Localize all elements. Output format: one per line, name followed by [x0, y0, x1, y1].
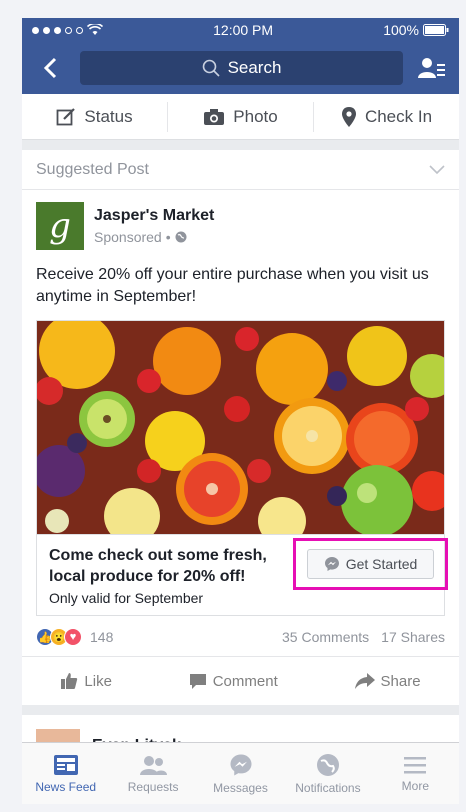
- like-button[interactable]: Like: [60, 672, 112, 690]
- friends-list-icon: [418, 58, 445, 78]
- comment-button[interactable]: Comment: [189, 672, 278, 690]
- search-label: Search: [227, 58, 282, 77]
- check-in-label: Check In: [364, 106, 433, 126]
- post-message: Receive 20% off your entire purchase whe…: [36, 266, 429, 305]
- reaction-count: 148: [90, 629, 114, 645]
- post-author: g Jasper's Market Sponsored •: [22, 190, 459, 250]
- tab-more-label: More: [401, 778, 429, 793]
- thumbs-up-icon: [61, 673, 78, 689]
- battery-icon: [423, 24, 449, 36]
- tab-more[interactable]: More: [372, 743, 459, 804]
- battery-percent: 100%: [383, 22, 419, 38]
- menu-icon: [404, 756, 427, 773]
- post-header: Suggested Post: [22, 150, 459, 190]
- top-navbar: Search: [22, 42, 459, 94]
- chevron-down-icon[interactable]: [429, 164, 445, 175]
- love-reaction-icon: ♥: [64, 628, 82, 646]
- call-to-action-box: Come check out some fresh, local produce…: [36, 534, 448, 616]
- post-actions: Like Comment Share: [22, 657, 459, 705]
- search-bar[interactable]: Search: [80, 51, 403, 85]
- tab-notifications[interactable]: Notifications: [284, 743, 371, 804]
- page-name[interactable]: Jasper's Market: [94, 207, 214, 225]
- photo-label: Photo: [233, 106, 278, 126]
- messenger-icon: [230, 754, 252, 775]
- phone-screen: 12:00 PM 100% Search Status Photo Check …: [22, 18, 459, 804]
- tab-requests-label: Requests: [127, 779, 179, 794]
- bottom-tab-bar: News Feed Requests Messages Notification…: [22, 742, 459, 804]
- check-in-button[interactable]: Check In: [314, 102, 459, 132]
- clock: 12:00 PM: [213, 22, 274, 38]
- tab-news-feed-label: News Feed: [35, 779, 97, 794]
- page-logo[interactable]: g: [36, 202, 84, 250]
- comment-icon: [189, 674, 206, 689]
- location-pin-icon: [341, 106, 356, 127]
- post-image[interactable]: [36, 320, 445, 534]
- status-button[interactable]: Status: [22, 101, 168, 132]
- reaction-icons: 👍 😮 ♥: [36, 628, 82, 646]
- share-button[interactable]: Share: [354, 672, 421, 690]
- get-started-button[interactable]: Get Started: [307, 549, 434, 579]
- friend-requests-icon: [140, 755, 168, 775]
- status-bar: 12:00 PM 100%: [22, 18, 459, 42]
- shares-count[interactable]: 17 Shares: [381, 629, 445, 645]
- signal-indicator: [32, 24, 103, 36]
- tab-news-feed[interactable]: News Feed: [22, 743, 109, 804]
- suggested-post-label: Suggested Post: [36, 160, 149, 178]
- wifi-icon: [87, 24, 103, 35]
- photo-button[interactable]: Photo: [168, 101, 314, 132]
- cta-subtext: Only valid for September: [49, 589, 204, 606]
- battery-status: 100%: [383, 22, 449, 38]
- comment-label: Comment: [212, 672, 278, 690]
- back-button[interactable]: [32, 50, 68, 86]
- news-feed-icon: [53, 754, 78, 775]
- edit-icon: [56, 107, 76, 125]
- tab-messages[interactable]: Messages: [197, 743, 284, 804]
- get-started-label: Get Started: [345, 556, 418, 572]
- reaction-summary[interactable]: 👍 😮 ♥ 148 35 Comments 17 Shares: [22, 616, 459, 657]
- composer-bar: Status Photo Check In: [22, 94, 459, 140]
- comments-count[interactable]: 35 Comments: [282, 629, 369, 645]
- share-label: Share: [380, 672, 421, 690]
- globe-icon: [316, 753, 339, 776]
- search-icon: [202, 59, 220, 77]
- globe-icon: [175, 231, 187, 243]
- fruit-photo: [37, 321, 444, 534]
- messenger-icon: [324, 557, 339, 571]
- cta-highlight-box: Get Started: [293, 538, 448, 590]
- tab-messages-label: Messages: [213, 780, 268, 795]
- tab-requests[interactable]: Requests: [109, 743, 196, 804]
- suggested-post-card: Suggested Post g Jasper's Market Sponsor…: [22, 150, 459, 705]
- sponsored-label: Sponsored: [94, 229, 162, 245]
- like-label: Like: [84, 672, 112, 690]
- cta-headline: Come check out some fresh, local produce…: [49, 546, 267, 585]
- friends-list-button[interactable]: [415, 51, 449, 85]
- status-label: Status: [84, 106, 133, 126]
- cta-text: Come check out some fresh, local produce…: [49, 545, 281, 606]
- chevron-left-icon: [43, 57, 57, 79]
- tab-notifications-label: Notifications: [295, 780, 361, 795]
- camera-icon: [204, 108, 225, 125]
- post-meta: Sponsored •: [94, 229, 214, 245]
- share-arrow-icon: [354, 673, 375, 689]
